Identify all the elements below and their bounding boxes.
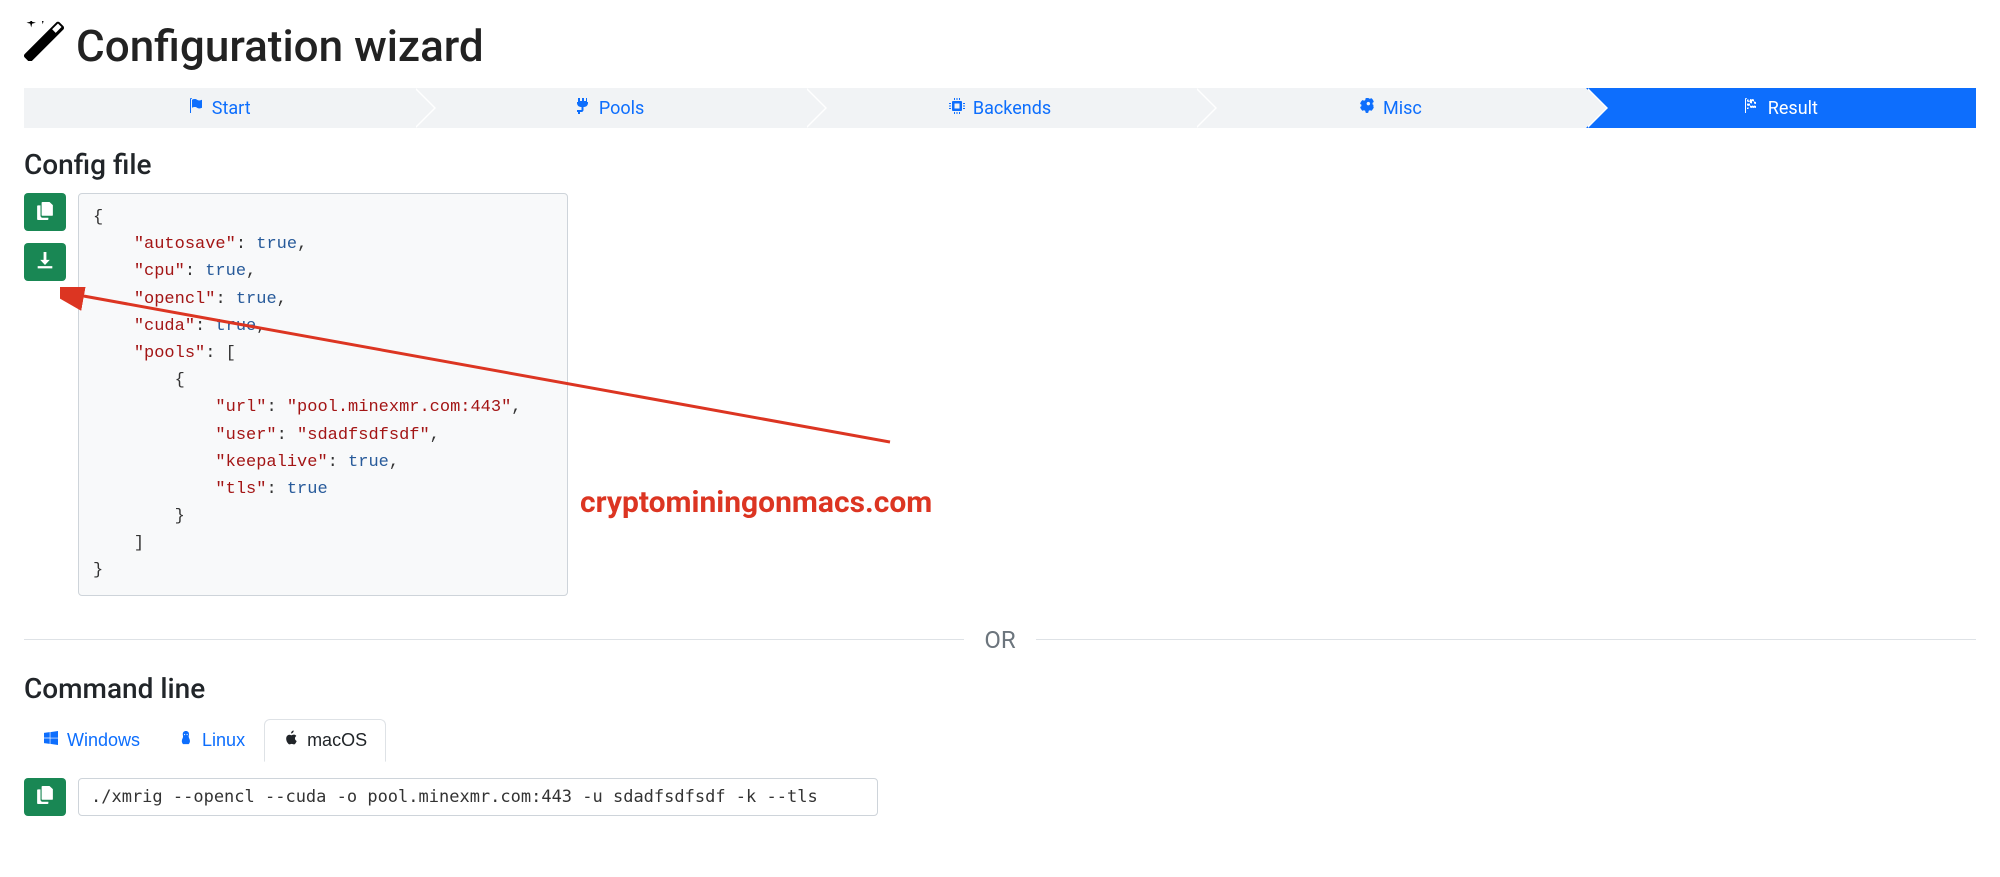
tab-label: Windows [67, 730, 140, 751]
download-icon [36, 252, 54, 273]
json-pool-user: sdadfsdfsdf [307, 426, 419, 445]
copy-icon [36, 786, 54, 807]
config-json-block: { "autosave": true, "cpu": true, "opencl… [78, 193, 568, 596]
config-file-heading: Config file [24, 148, 1976, 181]
wizard-steps: Start Pools Backends Misc Result [24, 88, 1976, 128]
step-result[interactable]: Result [1586, 88, 1976, 128]
plug-icon [575, 98, 591, 119]
json-cpu-value: true [205, 262, 246, 281]
or-label: OR [964, 626, 1035, 654]
json-pool-tls: true [287, 480, 328, 499]
flag-checkered-icon [1744, 98, 1760, 119]
step-start[interactable]: Start [24, 88, 414, 128]
or-divider: OR [24, 626, 1976, 654]
json-opencl-value: true [236, 290, 277, 309]
json-cuda-value: true [215, 317, 256, 336]
tab-label: macOS [307, 730, 367, 751]
command-line-input[interactable] [78, 778, 878, 816]
windows-icon [43, 730, 59, 751]
copy-command-button[interactable] [24, 778, 66, 816]
json-pool-keepalive: true [348, 453, 389, 472]
gear-icon [1359, 98, 1375, 119]
step-label: Start [212, 98, 251, 119]
json-autosave-value: true [256, 235, 297, 254]
linux-icon [178, 730, 194, 751]
apple-icon [283, 730, 299, 751]
page-title-text: Configuration wizard [76, 20, 484, 72]
download-config-button[interactable] [24, 243, 66, 281]
microchip-icon [949, 98, 965, 119]
step-pools[interactable]: Pools [414, 88, 804, 128]
magic-wand-icon [24, 20, 64, 72]
tab-windows[interactable]: Windows [24, 719, 159, 762]
copy-config-button[interactable] [24, 193, 66, 231]
step-label: Backends [973, 98, 1051, 119]
tab-macos[interactable]: macOS [264, 719, 386, 762]
copy-icon [36, 202, 54, 223]
os-tabs: Windows Linux macOS [24, 719, 1976, 762]
tab-linux[interactable]: Linux [159, 719, 264, 762]
step-backends[interactable]: Backends [805, 88, 1195, 128]
page-title: Configuration wizard [24, 20, 1976, 72]
step-label: Misc [1383, 98, 1422, 119]
tab-label: Linux [202, 730, 245, 751]
step-misc[interactable]: Misc [1195, 88, 1585, 128]
json-pool-url: pool.minexmr.com:443 [297, 398, 501, 417]
step-label: Pools [599, 98, 644, 119]
command-line-heading: Command line [24, 672, 1976, 705]
flag-icon [188, 98, 204, 119]
step-label: Result [1768, 98, 1818, 119]
